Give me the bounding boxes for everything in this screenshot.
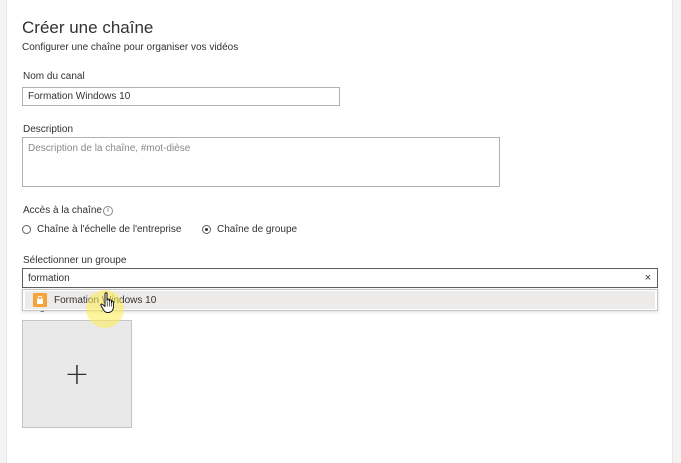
- group-select-label: Sélectionner un groupe: [23, 255, 127, 266]
- dialog-subtitle: Configurer une chaîne pour organiser vos…: [22, 42, 239, 53]
- radio-organization-wide[interactable]: Chaîne à l'échelle de l'entreprise: [22, 224, 181, 235]
- description-textarea[interactable]: Description de la chaîne, #mot-dièse: [22, 137, 500, 187]
- radio-button-icon[interactable]: [22, 225, 31, 234]
- channel-image-upload-button[interactable]: +: [22, 320, 132, 428]
- window-frame-left: [0, 0, 7, 463]
- radio-group-channel[interactable]: Chaîne de groupe: [202, 224, 297, 235]
- description-placeholder: Description de la chaîne, #mot-dièse: [28, 143, 191, 154]
- group-search-value: formation: [28, 272, 70, 284]
- access-label: Accès à la chaîne: [23, 205, 102, 216]
- radio-organization-wide-label: Chaîne à l'échelle de l'entreprise: [37, 224, 182, 235]
- radio-button-checked-icon[interactable]: [202, 225, 211, 234]
- group-search-input[interactable]: formation ×: [22, 268, 658, 288]
- group-icon: [33, 293, 47, 307]
- channel-name-input[interactable]: Formation Windows 10: [22, 87, 340, 106]
- hand-pointer-icon: [100, 292, 114, 313]
- clear-icon[interactable]: ×: [639, 272, 657, 284]
- window-frame-right: [672, 0, 681, 463]
- info-icon[interactable]: i: [103, 206, 113, 216]
- radio-group-channel-label: Chaîne de groupe: [217, 224, 298, 235]
- plus-icon: +: [64, 356, 90, 392]
- description-label: Description: [23, 124, 74, 135]
- channel-name-value: Formation Windows 10: [28, 91, 131, 102]
- channel-name-label: Nom du canal: [23, 71, 85, 82]
- dialog-title: Créer une chaîne: [22, 18, 154, 37]
